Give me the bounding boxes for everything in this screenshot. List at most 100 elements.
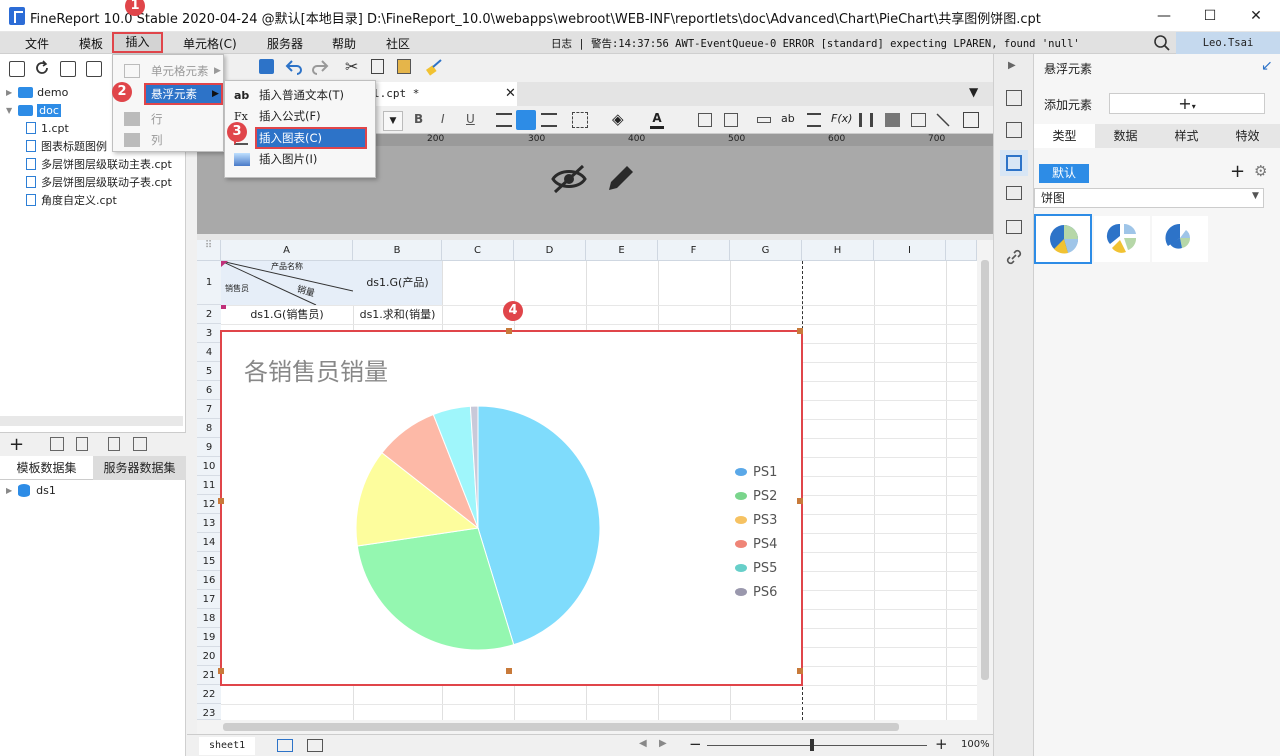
menu-item-cell-element[interactable]: 单元格元素 ▶: [115, 61, 223, 81]
row-header[interactable]: 1: [197, 261, 221, 305]
text-icon[interactable]: ab: [781, 112, 795, 125]
cell-a2[interactable]: ds1.G(销售员): [221, 305, 353, 324]
legend-item-ps5[interactable]: PS5: [735, 556, 777, 580]
resize-handle[interactable]: [506, 668, 512, 674]
tab-style[interactable]: 样式: [1156, 124, 1217, 148]
row-header[interactable]: 3: [197, 324, 221, 343]
chart-style-option[interactable]: [1094, 216, 1150, 262]
row-header[interactable]: 22: [197, 685, 221, 704]
menu-cell[interactable]: 单元格(C): [183, 35, 237, 52]
refresh-icon[interactable]: [34, 60, 50, 76]
delete-icon[interactable]: [76, 437, 88, 451]
menu-item-insert-formula[interactable]: Fx 插入公式(F): [227, 106, 375, 126]
menu-item-insert-image[interactable]: 插入图片(I): [227, 149, 375, 169]
add-dataset-icon[interactable]: +: [9, 434, 24, 455]
legend-item-ps6[interactable]: PS6: [735, 580, 777, 604]
menu-item-insert-chart[interactable]: 插入图表(C): [255, 127, 367, 149]
format-painter-icon[interactable]: [425, 58, 443, 76]
chart-style-option[interactable]: [1034, 214, 1092, 264]
paste-icon[interactable]: [397, 59, 411, 74]
legend-item-ps4[interactable]: PS4: [735, 532, 777, 556]
vertical-scrollbar[interactable]: [977, 240, 993, 720]
menu-item-float-element[interactable]: 悬浮元素 ▶: [144, 83, 223, 105]
row-header[interactable]: 19: [197, 628, 221, 647]
chart-type-select[interactable]: 饼图: [1034, 188, 1264, 208]
hyperlink-icon[interactable]: [1005, 248, 1023, 266]
condition-icon[interactable]: [1006, 220, 1022, 234]
cell-attr-icon[interactable]: [1006, 90, 1022, 106]
close-button[interactable]: ✕: [1233, 0, 1279, 32]
tab-type[interactable]: 类型: [1034, 124, 1095, 148]
resize-handle[interactable]: [797, 328, 803, 334]
column-header[interactable]: A: [221, 240, 353, 261]
undo-icon[interactable]: [285, 59, 303, 75]
legend-item-ps3[interactable]: PS3: [735, 508, 777, 532]
dataset-settings-icon[interactable]: [133, 437, 147, 451]
row-header[interactable]: 18: [197, 609, 221, 628]
row-header[interactable]: 2: [197, 305, 221, 324]
row-header[interactable]: 23: [197, 704, 221, 720]
menu-community[interactable]: 社区: [386, 35, 410, 52]
align-left-icon[interactable]: [496, 113, 512, 127]
dock-icon[interactable]: ↙: [1261, 58, 1273, 74]
expand-panel-icon[interactable]: ▶: [1008, 60, 1016, 71]
tree-item-file[interactable]: 多层饼图层级联动子表.cpt: [26, 173, 172, 191]
fill-color-icon[interactable]: ◈: [612, 110, 624, 128]
tree-item-file[interactable]: 图表标题图例: [26, 137, 107, 155]
resize-handle[interactable]: [797, 668, 803, 674]
default-chart-button[interactable]: 默认: [1039, 164, 1089, 183]
row-header[interactable]: 8: [197, 419, 221, 438]
scrollbar-thumb[interactable]: [223, 723, 899, 731]
legend-item-ps2[interactable]: PS2: [735, 484, 777, 508]
row-header[interactable]: 13: [197, 514, 221, 533]
slash-icon[interactable]: [935, 112, 951, 128]
floating-chart[interactable]: 各销售员销量 PS1 PS2 PS3 PS4 PS5 PS6: [220, 330, 803, 686]
font-color-icon[interactable]: A: [650, 112, 664, 129]
widget-icon[interactable]: [1006, 186, 1022, 200]
row-header[interactable]: 15: [197, 552, 221, 571]
add-chart-icon[interactable]: +: [1230, 161, 1245, 182]
maximize-button[interactable]: ☐: [1187, 0, 1233, 32]
italic-icon[interactable]: I: [441, 112, 445, 126]
minimize-button[interactable]: —: [1141, 0, 1187, 32]
menu-server[interactable]: 服务器: [267, 35, 303, 52]
menu-item-row[interactable]: 行: [115, 109, 223, 129]
merge-icon[interactable]: [698, 113, 712, 127]
column-header[interactable]: H: [802, 240, 874, 261]
copy-icon[interactable]: [371, 59, 384, 74]
column-header[interactable]: G: [730, 240, 802, 261]
cell-info-icon[interactable]: [1006, 122, 1022, 138]
more-icon[interactable]: [963, 112, 979, 128]
bold-icon[interactable]: B: [414, 112, 423, 126]
resize-handle[interactable]: [218, 498, 224, 504]
horizontal-scrollbar[interactable]: [0, 416, 183, 426]
row-header[interactable]: 7: [197, 400, 221, 419]
search-icon[interactable]: [1153, 34, 1171, 52]
column-header[interactable]: C: [442, 240, 514, 261]
close-tab-icon[interactable]: ✕: [505, 86, 516, 101]
resize-handle[interactable]: [218, 668, 224, 674]
column-header[interactable]: E: [586, 240, 658, 261]
row-header[interactable]: 4: [197, 343, 221, 362]
cell-a1-slash-header[interactable]: 产品名称 销量 销售员: [221, 261, 353, 305]
tree-item-file[interactable]: 多层饼图层级联动主表.cpt: [26, 155, 172, 173]
menu-item-insert-text[interactable]: ab 插入普通文本(T): [227, 85, 375, 105]
row-header[interactable]: 16: [197, 571, 221, 590]
cut-icon[interactable]: ✂: [345, 57, 358, 76]
row-header[interactable]: 10: [197, 457, 221, 476]
tab-server-dataset[interactable]: 服务器数据集: [93, 456, 186, 480]
edit-pencil-icon[interactable]: [603, 162, 637, 196]
text-field-icon[interactable]: [757, 117, 771, 123]
row-header[interactable]: 5: [197, 362, 221, 381]
zoom-slider-thumb[interactable]: [810, 739, 814, 751]
align-right-icon[interactable]: [541, 113, 557, 127]
horizontal-grid-scrollbar[interactable]: [197, 720, 993, 734]
row-header[interactable]: 6: [197, 381, 221, 400]
add-sheet-icon[interactable]: [277, 739, 293, 752]
cell-b1[interactable]: ds1.G(产品): [353, 261, 442, 305]
image-icon[interactable]: [885, 113, 900, 127]
scrollbar-thumb[interactable]: [981, 260, 989, 680]
prev-sheet-icon[interactable]: ◀: [639, 738, 647, 749]
next-sheet-icon[interactable]: ▶: [659, 738, 667, 749]
tree-item-demo[interactable]: ▶ demo: [6, 83, 68, 101]
